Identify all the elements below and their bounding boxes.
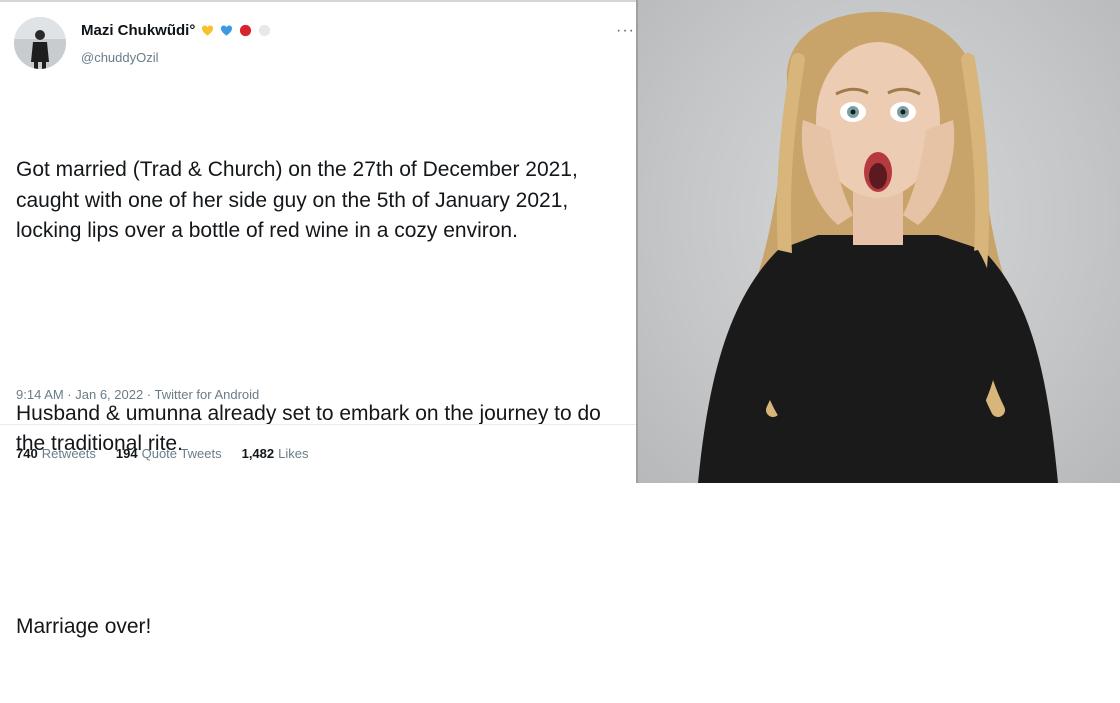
divider	[0, 424, 636, 425]
retweets-stat[interactable]: 740 Retweets	[16, 446, 96, 461]
profile-photo-icon	[14, 17, 66, 69]
tweet-card: Mazi Chukwũdi° @chuddyOzil ··· Got marri…	[0, 0, 636, 638]
likes-count: 1,482	[241, 446, 275, 461]
engagement-stats: 740 Retweets 194 Quote Tweets 1,482 Likes	[16, 446, 309, 461]
name-row: Mazi Chukwũdi°	[81, 22, 271, 39]
avatar[interactable]	[14, 17, 66, 69]
user-handle[interactable]: @chuddyOzil	[81, 50, 159, 65]
quotes-count: 194	[115, 446, 138, 461]
tweet-timestamp[interactable]: 9:14 AM · Jan 6, 2022 · Twitter for Andr…	[16, 387, 259, 402]
shocked-woman-photo	[638, 0, 1120, 483]
quotes-label: Quote Tweets	[141, 446, 222, 461]
retweets-count: 740	[16, 446, 38, 461]
yellow-heart-icon	[202, 25, 214, 36]
red-circle-icon	[240, 24, 252, 37]
display-name[interactable]: Mazi Chukwũdi°	[81, 22, 195, 39]
tweet-paragraph: Marriage over!	[16, 614, 152, 638]
likes-label: Likes	[278, 446, 309, 461]
quote-tweets-stat[interactable]: 194 Quote Tweets	[116, 446, 222, 461]
tweet-paragraph: Got married (Trad & Church) on the 27th …	[16, 158, 584, 242]
blue-heart-icon	[221, 25, 233, 36]
shocked-woman-illustration	[698, 11, 1058, 483]
white-circle-icon	[259, 24, 271, 37]
more-options-icon[interactable]: ···	[616, 22, 635, 40]
likes-stat[interactable]: 1,482 Likes	[242, 446, 309, 461]
retweets-label: Retweets	[41, 446, 96, 461]
